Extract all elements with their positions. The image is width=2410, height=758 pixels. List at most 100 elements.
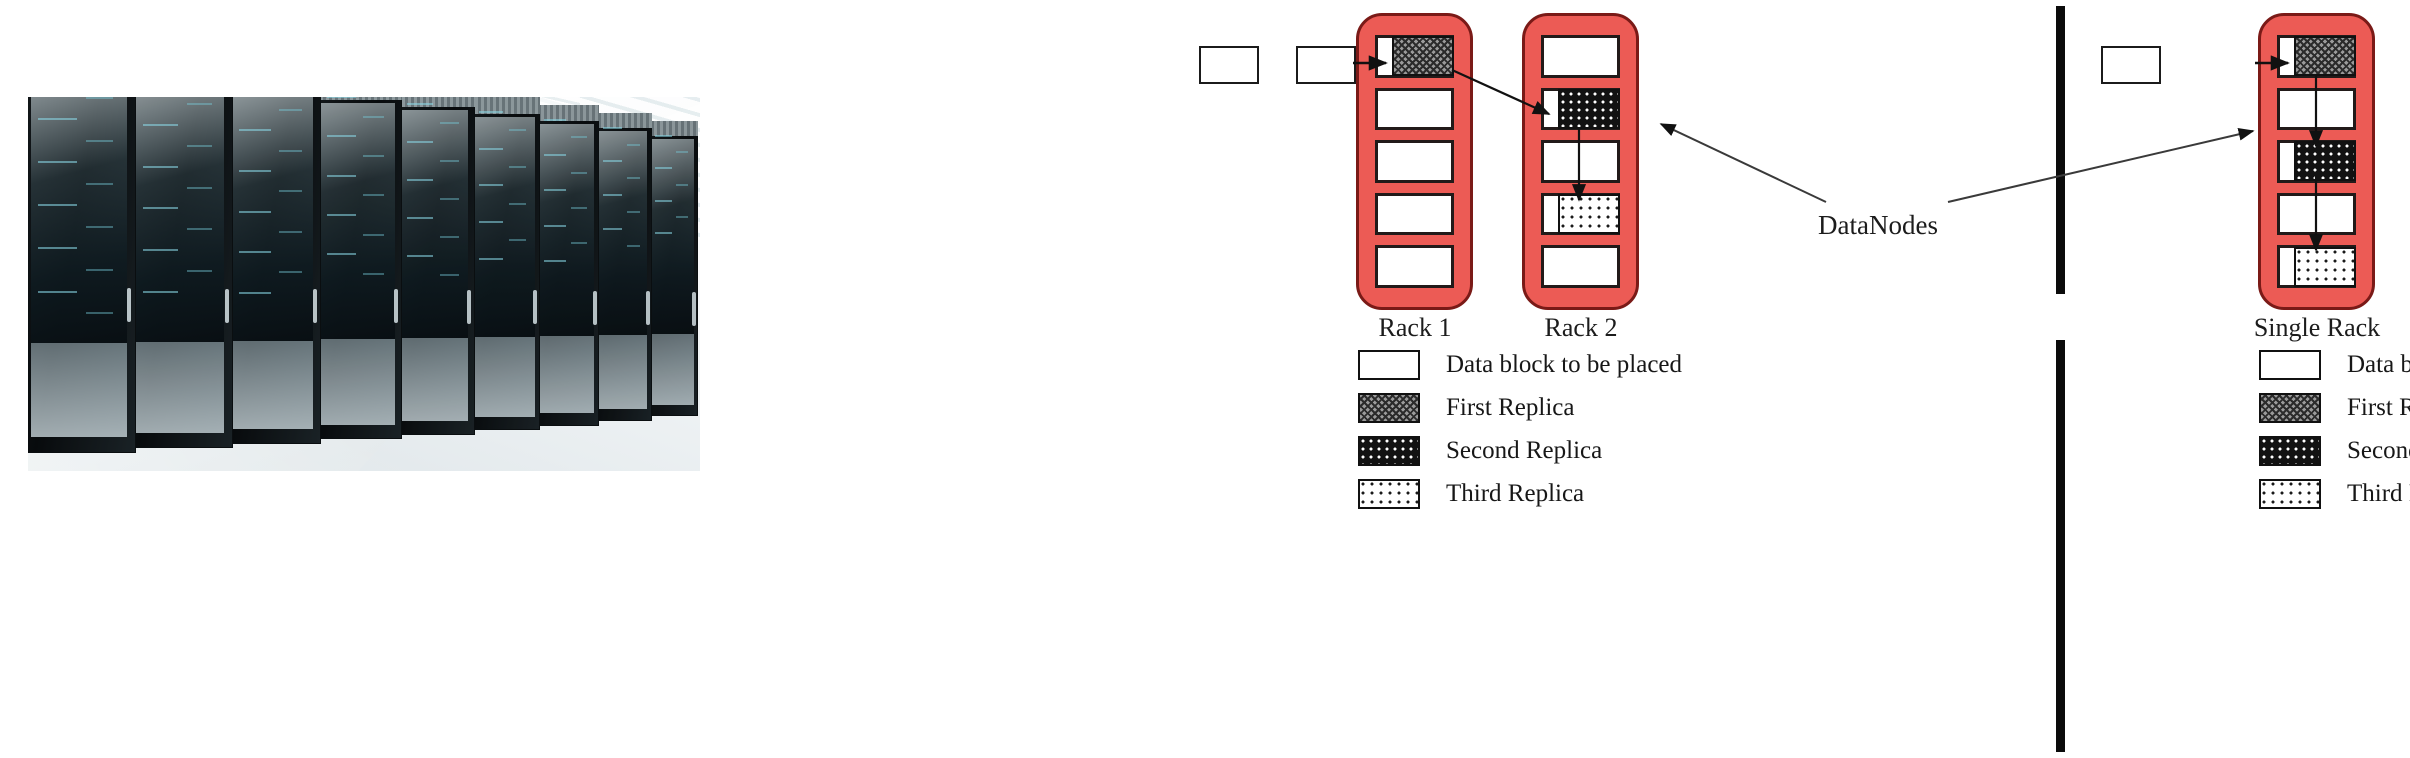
data-block-swatch — [1358, 350, 1420, 380]
rack-indicator-light — [278, 109, 302, 112]
rack-top-vent — [647, 120, 699, 136]
rack-indicator-light — [37, 247, 77, 250]
rack-indicator-light — [626, 177, 641, 180]
legend-item: Data block to be placed — [1358, 348, 1682, 382]
rack-indicator-light — [676, 151, 689, 154]
rack-indicator-light — [479, 147, 504, 150]
photo-rack — [469, 97, 541, 431]
rack-slot — [2277, 245, 2356, 288]
rack-slot — [2277, 140, 2356, 183]
rack-indicator-light — [363, 233, 385, 236]
arrow-datanodes-to-rack2 — [1659, 123, 1827, 203]
rack-indicator-light — [439, 198, 459, 201]
rack-indicator-light — [186, 144, 212, 147]
third-replica-swatch — [2259, 479, 2321, 509]
rack-1 — [1356, 13, 1473, 310]
rack-indicator-light — [544, 118, 567, 121]
rack-door-handle — [467, 289, 472, 324]
rack-indicator-light — [363, 154, 385, 157]
legend-item-label: Data block to be placed — [2347, 351, 2410, 378]
data-center-aisle-photo — [28, 97, 700, 471]
rack-indicator-light — [37, 161, 77, 164]
rack-glass-door — [401, 110, 469, 338]
rack-indicator-light — [37, 290, 77, 293]
photo-rack — [647, 120, 699, 417]
rack-indicator-light — [85, 269, 114, 272]
rack-indicator-light — [654, 134, 673, 137]
rack-indicator-light — [479, 110, 504, 113]
rack-lower-panel — [31, 343, 127, 438]
rack-indicator-light — [85, 97, 114, 99]
legend-item: First Replica — [2259, 391, 2410, 425]
rack-indicator-light — [676, 216, 689, 219]
rack-lower-panel — [136, 341, 225, 434]
rack-indicator-light — [406, 103, 434, 106]
rack-indicator-light — [508, 202, 527, 205]
rack-indicator-light — [544, 189, 567, 192]
single-rack-label: Single Rack — [2253, 313, 2381, 342]
rack-indicator-light — [142, 165, 179, 168]
rack-slot — [1375, 35, 1454, 78]
rack-glass-door — [31, 97, 127, 344]
rack-glass-door — [321, 103, 395, 340]
rack-glass-door — [233, 97, 314, 341]
rack-indicator-light — [406, 217, 434, 220]
legend-item-label: Data block to be placed — [1446, 351, 1683, 378]
rack-slot — [1541, 140, 1620, 183]
first-replica-swatch — [2259, 393, 2321, 423]
rack-slot — [1375, 192, 1454, 236]
rack-door-handle — [313, 288, 318, 323]
rack-slot — [2277, 192, 2356, 236]
rack-indicator-light — [544, 153, 567, 156]
rack-indicator-light — [326, 213, 357, 216]
rack-2-label: Rack 2 — [1544, 313, 1618, 342]
rack-lower-panel — [321, 339, 395, 426]
arrow-datanodes-to-single-rack — [1947, 128, 2255, 203]
rack-slot — [1541, 192, 1620, 236]
rack-indicator-light — [326, 253, 357, 256]
rack-indicator-light — [85, 139, 114, 142]
rack-1-label: Rack 1 — [1378, 313, 1452, 342]
rack-door-handle — [645, 291, 650, 326]
rack-indicator-light — [626, 245, 641, 248]
rack-indicator-light — [326, 97, 357, 98]
rack-indicator-light — [278, 190, 302, 193]
rack-indicator-light — [626, 211, 641, 214]
third-replica-block — [2294, 246, 2356, 287]
photo-rack — [225, 97, 322, 444]
legend-item-label: Third Replica — [1446, 480, 1585, 507]
rack-door-handle — [394, 289, 399, 324]
rack-indicator-light — [278, 149, 302, 152]
rack-indicator-light — [571, 206, 587, 209]
legend-item: Data block to be placed — [2259, 348, 2410, 382]
legend-item: Third Replica — [1358, 477, 1682, 511]
photo-server-racks — [28, 97, 700, 471]
rack-indicator-light — [571, 171, 587, 174]
rack-indicator-light — [602, 160, 623, 163]
rack-slot — [1375, 140, 1454, 183]
rack-door-handle — [533, 290, 538, 325]
rack-indicator-light — [439, 236, 459, 239]
rack-indicator-light — [479, 220, 504, 223]
third-replica-swatch — [1358, 479, 1420, 509]
rack-slot — [1541, 87, 1620, 131]
rack-indicator-light — [676, 183, 689, 186]
replica-placement-diagram: Rack 1 Rack 2 DataNodes Single Rack Data… — [1190, 0, 2410, 758]
rack-indicator-light — [439, 160, 459, 163]
rack-indicator-light — [544, 224, 567, 227]
rack-indicator-light — [654, 199, 673, 202]
rack-lower-panel — [401, 338, 469, 421]
section-divider-top — [2056, 6, 2065, 294]
rack-indicator-light — [85, 312, 114, 315]
rack-door-handle — [592, 290, 597, 325]
rack-indicator-light — [571, 136, 587, 139]
rack-indicator-light — [278, 271, 302, 274]
rack-indicator-light — [363, 272, 385, 275]
rack-indicator-light — [363, 194, 385, 197]
rack-indicator-light — [602, 194, 623, 197]
rack-indicator-light — [544, 259, 567, 262]
photo-rack — [594, 112, 652, 421]
rack-indicator-light — [142, 207, 179, 210]
photo-rack — [535, 104, 600, 426]
rack-door-handle — [692, 292, 697, 327]
